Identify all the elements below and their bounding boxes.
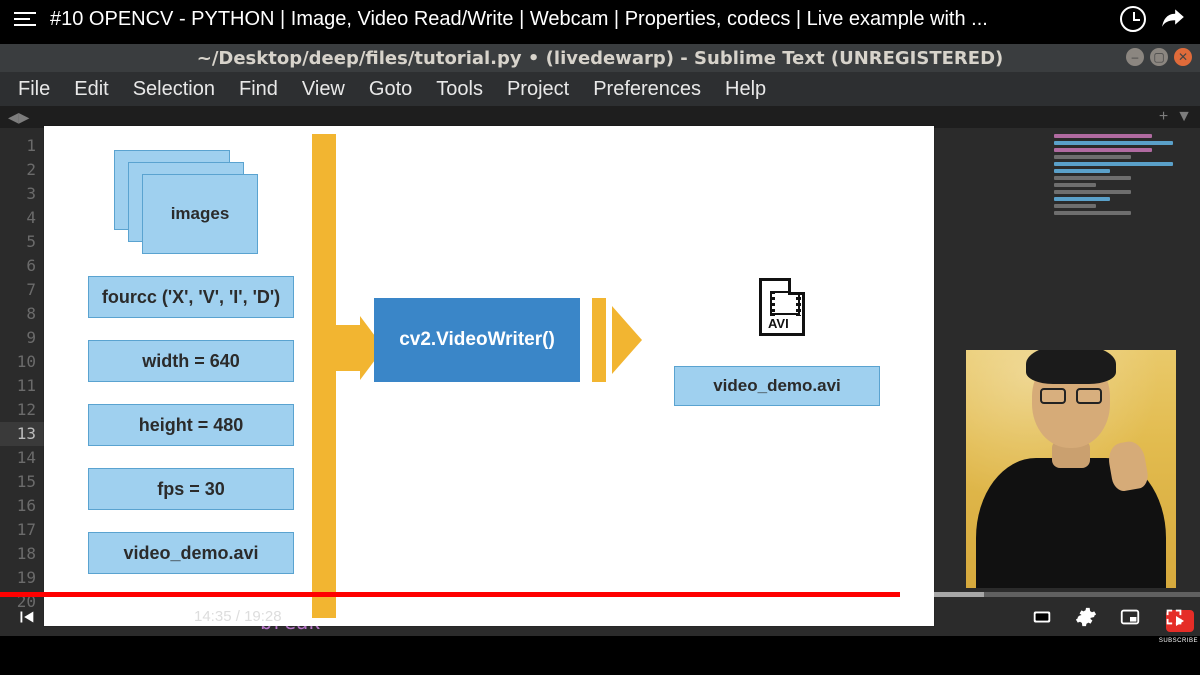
tab-dropdown-icon[interactable]: ▼: [1176, 108, 1192, 126]
diagram-slide: images fourcc ('X', 'V', 'I', 'D') width…: [44, 126, 934, 626]
line-number: 13: [0, 422, 44, 446]
line-number: 6: [0, 254, 36, 278]
playlist-menu-icon[interactable]: [14, 12, 36, 26]
line-number: 14: [0, 446, 36, 470]
mute-icon[interactable]: [146, 605, 170, 629]
line-number: 8: [0, 302, 36, 326]
video-frame[interactable]: ~/Desktop/deep/files/tutorial.py • (live…: [0, 38, 1200, 636]
images-stack-icon: images: [114, 150, 264, 258]
menu-tools[interactable]: Tools: [424, 72, 495, 107]
param-fps: fps = 30: [88, 468, 294, 510]
menu-selection[interactable]: Selection: [121, 72, 227, 107]
line-number: 7: [0, 278, 36, 302]
previous-button[interactable]: [14, 605, 38, 629]
line-number: 2: [0, 158, 36, 182]
param-fourcc: fourcc ('X', 'V', 'I', 'D'): [88, 276, 294, 318]
sublime-minimap[interactable]: [1054, 134, 1194, 254]
avi-file-icon: AVI: [759, 278, 811, 342]
line-number: 4: [0, 206, 36, 230]
window-close-icon[interactable]: ✕: [1174, 48, 1192, 66]
menu-file[interactable]: File: [6, 72, 62, 107]
current-time: 14:35: [194, 608, 232, 625]
menu-preferences[interactable]: Preferences: [581, 72, 713, 107]
line-number: 11: [0, 374, 36, 398]
line-number: 16: [0, 494, 36, 518]
param-width: width = 640: [88, 340, 294, 382]
menu-edit[interactable]: Edit: [62, 72, 120, 107]
tab-history-nav[interactable]: ◀ ▶: [8, 109, 27, 126]
menu-view[interactable]: View: [290, 72, 357, 107]
settings-icon[interactable]: [1074, 605, 1098, 629]
collector-bar: [312, 134, 336, 618]
new-tab-icon[interactable]: +: [1159, 108, 1168, 126]
menu-project[interactable]: Project: [495, 72, 581, 107]
line-number: 19: [0, 566, 36, 590]
presenter-webcam: [966, 350, 1176, 588]
videowriter-box: cv2.VideoWriter(): [374, 298, 580, 382]
line-number: 10: [0, 350, 36, 374]
images-label: images: [142, 174, 258, 254]
avi-label: AVI: [768, 316, 789, 331]
param-outname: video_demo.avi: [88, 532, 294, 574]
line-number: 9: [0, 326, 36, 350]
sublime-menubar: File Edit Selection Find View Goto Tools…: [0, 72, 1200, 106]
line-number: 17: [0, 518, 36, 542]
sublime-titlebar: ~/Desktop/deep/files/tutorial.py • (live…: [0, 44, 1200, 72]
duration: 19:28: [244, 608, 282, 625]
line-number: 3: [0, 182, 36, 206]
window-minimize-icon[interactable]: –: [1126, 48, 1144, 66]
window-maximize-icon[interactable]: ▢: [1150, 48, 1168, 66]
share-icon[interactable]: [1160, 4, 1186, 35]
time-display: 14:35 / 19:28: [194, 608, 282, 625]
pause-button[interactable]: [58, 605, 82, 629]
line-number: 15: [0, 470, 36, 494]
menu-help[interactable]: Help: [713, 72, 778, 107]
line-number: 12: [0, 398, 36, 422]
watch-later-icon[interactable]: [1120, 6, 1146, 32]
line-number: 5: [0, 230, 36, 254]
line-number: 18: [0, 542, 36, 566]
video-title: #10 OPENCV - PYTHON | Image, Video Read/…: [50, 8, 1106, 31]
menu-find[interactable]: Find: [227, 72, 290, 107]
sublime-title-text: ~/Desktop/deep/files/tutorial.py • (live…: [197, 48, 1004, 69]
arrow-to-output-icon: [592, 298, 642, 382]
param-height: height = 480: [88, 404, 294, 446]
sublime-tabbar: ◀ ▶ + ▼: [0, 106, 1200, 128]
line-number: 1: [0, 134, 36, 158]
menu-goto[interactable]: Goto: [357, 72, 424, 107]
subscribe-label: SUBSCRIBE: [1159, 638, 1198, 644]
player-controls: 14:35 / 19:28: [0, 597, 1200, 636]
theater-fullscreen-icon[interactable]: [1162, 605, 1186, 629]
next-button[interactable]: [102, 605, 126, 629]
captions-icon[interactable]: [1030, 605, 1054, 629]
line-gutter: 1 2 3 4 5 6 7 8 9 10 11 12 13 14 15 16 1…: [0, 128, 44, 636]
miniplayer-icon[interactable]: [1118, 605, 1142, 629]
output-file-card: video_demo.avi: [674, 366, 880, 406]
